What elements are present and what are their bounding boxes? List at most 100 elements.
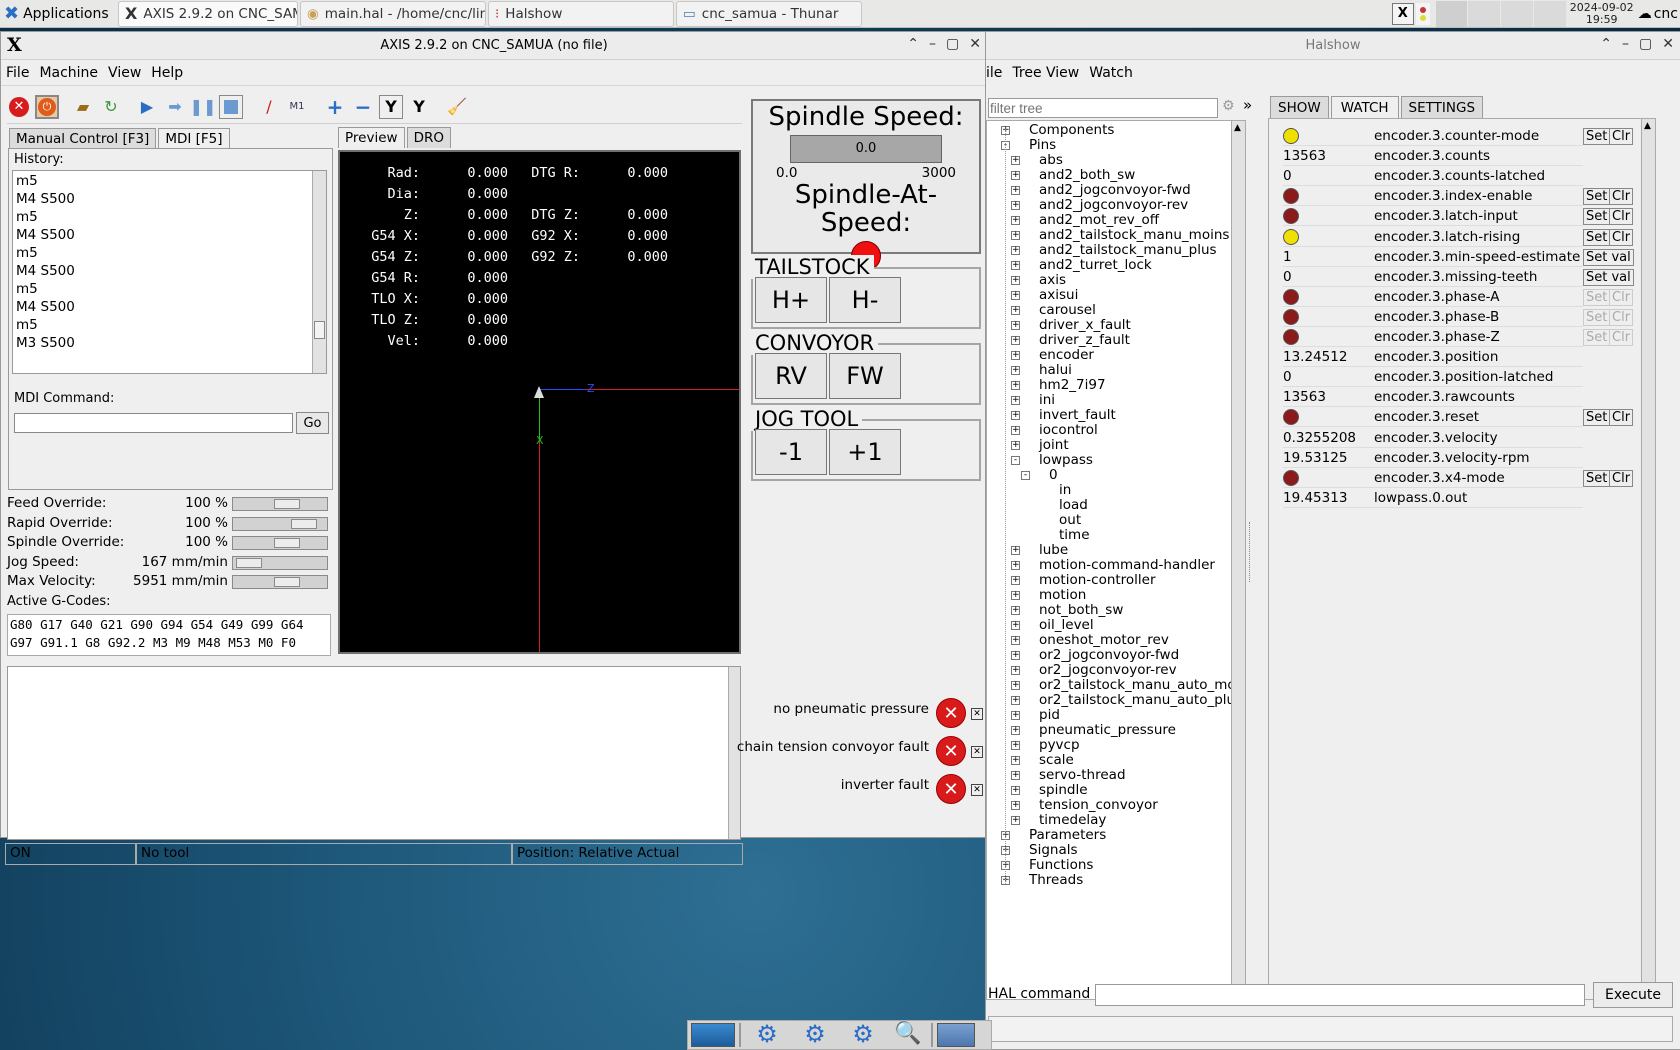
zoom-in-button[interactable]: + (323, 95, 347, 119)
close-icon[interactable]: ✕ (969, 36, 981, 52)
tree-item-pin[interactable]: servo-thread (1039, 768, 1126, 782)
tree-item-pin[interactable]: hm2_7i97 (1039, 378, 1106, 392)
expand-icon[interactable]: + (1011, 786, 1020, 795)
tree-item-pin[interactable]: ini (1039, 393, 1055, 407)
tab-dro[interactable]: DRO (406, 127, 451, 148)
expand-icon[interactable]: + (1011, 231, 1020, 240)
history-list[interactable]: m5 M4 S500 m5 M4 S500 m5 M4 S500 m5 M4 S500 m5 M3… (12, 170, 327, 374)
collapse-icon[interactable]: - (1011, 456, 1020, 465)
clear-backplot-button[interactable]: 🧹 (445, 95, 469, 119)
clr-button[interactable]: Clr (1609, 228, 1634, 246)
tree-item-pin[interactable]: and2_turret_lock (1039, 258, 1152, 272)
tree-item-pin[interactable]: pneumatic_pressure (1039, 723, 1176, 737)
set-button[interactable]: Set (1583, 208, 1611, 226)
tree-item-components[interactable]: Components (1029, 123, 1114, 137)
halshow-titlebar[interactable]: Halshow ⌃ – ▢ ✕ (986, 32, 1680, 60)
folder-icon[interactable] (937, 1023, 975, 1047)
hal-tree[interactable]: Components + Pins - abs + and2_both_sw + and2_jo… (986, 120, 1246, 1000)
hal-command-input[interactable] (1095, 984, 1585, 1006)
maximize-icon[interactable]: ▢ (946, 36, 959, 52)
history-item[interactable]: m5 (16, 208, 323, 226)
tab-mdi[interactable]: MDI [F5] (158, 128, 230, 149)
pause-button[interactable]: ❚❚ (190, 95, 217, 119)
tree-item-pin[interactable]: tension_convoyor (1039, 798, 1158, 812)
expand-icon[interactable]: + (1011, 696, 1020, 705)
close-icon[interactable]: ✕ (1662, 36, 1674, 52)
expand-icon[interactable]: + (1011, 426, 1020, 435)
menu-watch[interactable]: Watch (1084, 65, 1138, 81)
expand-icon[interactable]: + (1011, 771, 1020, 780)
tree-item-pin[interactable]: carousel (1039, 303, 1096, 317)
expand-icon[interactable]: + (1011, 681, 1020, 690)
set-value-button[interactable]: Set val (1583, 268, 1634, 286)
set-button[interactable]: Set (1583, 128, 1611, 145)
expand-icon[interactable]: + (1011, 201, 1020, 210)
shade-icon[interactable]: ⌃ (1600, 36, 1612, 52)
go-button[interactable]: Go (296, 412, 329, 434)
execute-button[interactable]: Execute (1593, 982, 1673, 1008)
override-slider[interactable] (232, 536, 328, 551)
optional-stop-button[interactable]: M1 (285, 95, 309, 119)
slider-thumb[interactable] (236, 557, 263, 568)
override-slider[interactable] (232, 516, 328, 531)
settings-gear-icon[interactable]: ⚙ (745, 1022, 789, 1047)
tree-item-functions[interactable]: Functions (1029, 858, 1093, 872)
step-button[interactable]: ➡ (163, 95, 187, 119)
expand-icon[interactable]: + (1011, 246, 1020, 255)
run-button[interactable]: ▶ (135, 95, 159, 119)
expand-icon[interactable]: + (1011, 591, 1020, 600)
tree-item-pin[interactable]: motion (1039, 588, 1086, 602)
tree-item-pin[interactable]: driver_x_fault (1039, 318, 1131, 332)
expand-icon[interactable]: + (1011, 366, 1020, 375)
set-value-button[interactable]: Set val (1583, 248, 1634, 266)
tree-item-pin[interactable]: spindle (1039, 783, 1088, 797)
task-halshow[interactable]: ⁝ Halshow (488, 0, 674, 27)
expand-icon[interactable]: + (1011, 561, 1020, 570)
clr-button[interactable]: Clr (1609, 208, 1634, 226)
preview-canvas[interactable]: Rad: 0.000 DTG R: 0.000 Dia: 0.000 Z: 0.000 DTG … (338, 150, 741, 654)
collapse-icon[interactable]: - (1021, 471, 1030, 480)
tree-item-threads[interactable]: Threads (1029, 873, 1083, 887)
expand-icon[interactable]: + (1011, 441, 1020, 450)
slider-thumb[interactable] (273, 538, 300, 549)
convoyor-rv-button[interactable]: RV (755, 353, 827, 399)
expand-icon[interactable]: + (1011, 351, 1020, 360)
slider-thumb[interactable] (290, 518, 317, 529)
tab-manual-control[interactable]: Manual Control [F3] (9, 128, 157, 149)
clr-button[interactable]: Clr (1609, 188, 1634, 206)
expand-icon[interactable]: + (1011, 186, 1020, 195)
tree-item-pin[interactable]: driver_z_fault (1039, 333, 1130, 347)
jog-plus-button[interactable]: +1 (829, 429, 901, 475)
expand-icon[interactable]: + (1011, 636, 1020, 645)
tree-item-pin[interactable]: and2_jogconvoyor-fwd (1039, 183, 1191, 197)
history-item[interactable]: M3 S500 (16, 334, 323, 352)
console-textarea[interactable] (7, 666, 741, 840)
tree-item-pin[interactable]: and2_tailstock_manu_plus (1039, 243, 1217, 257)
tree-item-pin[interactable]: oil_level (1039, 618, 1094, 632)
override-slider[interactable] (232, 555, 328, 570)
convoyor-fw-button[interactable]: FW (829, 353, 901, 399)
expand-icon[interactable]: + (1011, 666, 1020, 675)
slider-thumb[interactable] (273, 499, 300, 509)
expand-icon[interactable]: + (1011, 726, 1020, 735)
menu-file[interactable]: ile (986, 65, 1007, 81)
dismiss-icon[interactable]: ✕ (971, 746, 983, 758)
tree-item-lowpass-0[interactable]: 0 (1049, 468, 1058, 482)
menu-tree-view[interactable]: Tree View (1007, 65, 1084, 81)
set-button[interactable]: Set (1583, 228, 1611, 246)
jog-minus-button[interactable]: -1 (755, 429, 827, 475)
tab-preview[interactable]: Preview (338, 127, 405, 148)
menu-machine[interactable]: Machine (34, 65, 103, 81)
history-item[interactable]: M4 S500 (16, 262, 323, 280)
clr-button[interactable]: Clr (1609, 128, 1634, 145)
tree-item-signals[interactable]: Signals (1029, 843, 1078, 857)
tree-item-pin[interactable]: or2_tailstock_manu_auto_moin (1039, 678, 1245, 692)
expand-icon[interactable]: + (1011, 741, 1020, 750)
history-item[interactable]: m5 (16, 244, 323, 262)
menu-help[interactable]: Help (146, 65, 188, 81)
tree-item-pin[interactable]: and2_both_sw (1039, 168, 1135, 182)
tree-item-pin[interactable]: or2_tailstock_manu_auto_plus (1039, 693, 1242, 707)
watch-scrollbar[interactable]: ▲ ▼ (1641, 119, 1655, 999)
set-button[interactable]: Set (1583, 469, 1611, 487)
slider-thumb[interactable] (273, 577, 300, 588)
